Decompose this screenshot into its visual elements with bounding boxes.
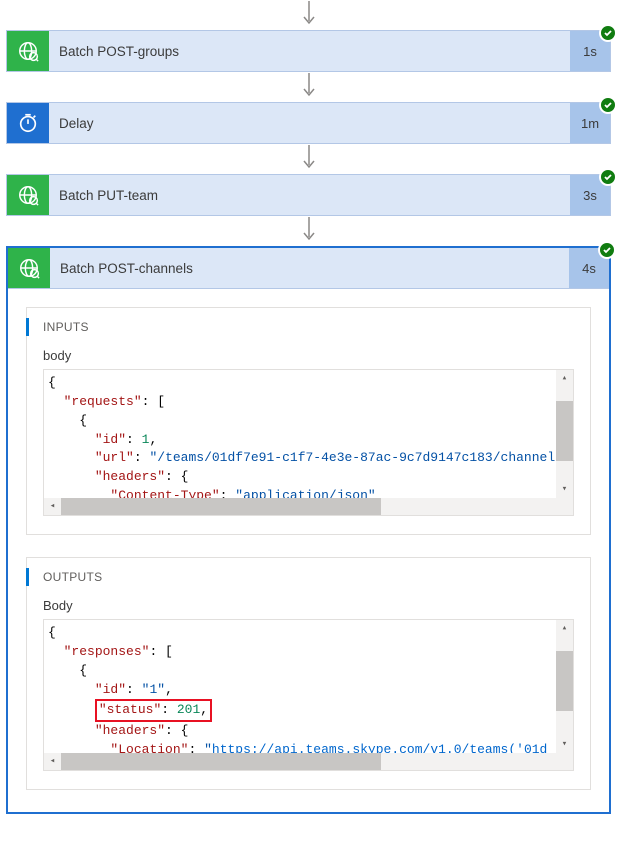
outputs-body-label: Body xyxy=(43,598,574,613)
step-delay[interactable]: Delay 1m xyxy=(6,102,611,144)
outputs-body-content: { "responses": [ { "id": "1", "status": … xyxy=(44,620,573,770)
inputs-heading: INPUTS xyxy=(43,320,574,334)
json-val: 1 xyxy=(149,682,157,697)
inputs-panel: INPUTS body { "requests": [ { "id": 1, "… xyxy=(26,307,591,535)
globe-icon xyxy=(8,248,50,288)
scroll-down-icon[interactable]: ▾ xyxy=(556,736,573,753)
scroll-thumb[interactable] xyxy=(61,498,381,515)
json-val: /teams/01df7e91-c1f7-4e3e-87ac-9c7d9147c… xyxy=(157,450,555,465)
success-badge-icon xyxy=(599,168,617,186)
scroll-down-icon[interactable]: ▾ xyxy=(556,481,573,498)
json-key: status xyxy=(107,702,154,717)
outputs-body-codebox[interactable]: { "responses": [ { "id": "1", "status": … xyxy=(43,619,574,771)
flow-arrow xyxy=(299,0,319,30)
vertical-scrollbar[interactable]: ▴ ▾ xyxy=(556,620,573,753)
scroll-left-icon[interactable]: ◂ xyxy=(44,753,61,770)
scroll-thumb[interactable] xyxy=(556,401,573,461)
horizontal-scrollbar[interactable]: ◂ ▸ xyxy=(44,753,573,770)
step-batch-post-groups[interactable]: Batch POST-groups 1s xyxy=(6,30,611,72)
json-key: responses xyxy=(71,644,141,659)
success-badge-icon xyxy=(598,241,616,259)
inputs-body-codebox[interactable]: { "requests": [ { "id": 1, "url": "/team… xyxy=(43,369,574,516)
step-label: Batch POST-groups xyxy=(49,31,570,71)
horizontal-scrollbar[interactable]: ◂ ▸ xyxy=(44,498,573,515)
json-key: headers xyxy=(103,723,158,738)
vertical-scrollbar[interactable]: ▴ ▾ xyxy=(556,370,573,498)
scroll-thumb[interactable] xyxy=(556,651,573,711)
outputs-panel: OUTPUTS Body { "responses": [ { "id": "1… xyxy=(26,557,591,790)
scroll-up-icon[interactable]: ▴ xyxy=(556,370,573,387)
scroll-corner xyxy=(556,498,573,515)
json-key: url xyxy=(103,450,126,465)
success-badge-icon xyxy=(599,24,617,42)
scroll-left-icon[interactable]: ◂ xyxy=(44,498,61,515)
success-badge-icon xyxy=(599,96,617,114)
inputs-body-content: { "requests": [ { "id": 1, "url": "/team… xyxy=(44,370,573,515)
step-batch-post-channels-expanded: Batch POST-channels 4s INPUTS body { "re… xyxy=(6,246,611,814)
inputs-body-label: body xyxy=(43,348,574,363)
json-key: requests xyxy=(71,394,133,409)
scroll-thumb[interactable] xyxy=(61,753,381,770)
step-label: Delay xyxy=(49,103,570,143)
outputs-heading: OUTPUTS xyxy=(43,570,574,584)
step-label: Batch PUT-team xyxy=(49,175,570,215)
scroll-up-icon[interactable]: ▴ xyxy=(556,620,573,637)
step-label: Batch POST-channels xyxy=(50,248,569,288)
flow-arrow xyxy=(299,144,319,174)
step-batch-put-team[interactable]: Batch PUT-team 3s xyxy=(6,174,611,216)
step-batch-post-channels[interactable]: Batch POST-channels 4s xyxy=(8,248,609,289)
flow-arrow xyxy=(299,72,319,102)
flow-arrow xyxy=(299,216,319,246)
timer-icon xyxy=(7,103,49,143)
status-highlight: "status": 201, xyxy=(95,699,212,722)
globe-icon xyxy=(7,31,49,71)
json-key: id xyxy=(103,682,119,697)
json-val: 201 xyxy=(177,702,200,717)
json-key: headers xyxy=(103,469,158,484)
globe-icon xyxy=(7,175,49,215)
json-key: id xyxy=(103,432,119,447)
scroll-corner xyxy=(556,753,573,770)
